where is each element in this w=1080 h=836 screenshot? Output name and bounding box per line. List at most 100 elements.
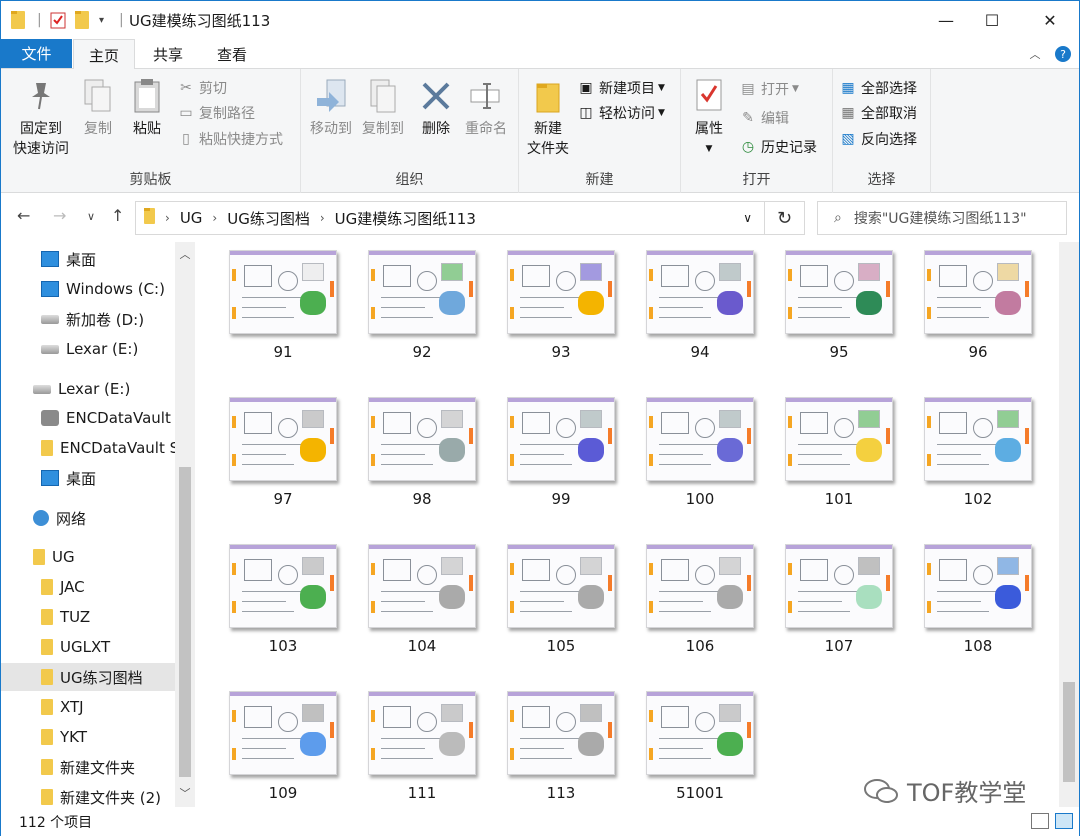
maximize-button[interactable]: ☐ <box>969 1 1015 39</box>
address-dropdown-icon[interactable]: ∨ <box>743 211 752 225</box>
history-button[interactable]: ◷ 历史记录 <box>739 136 817 158</box>
tab-view[interactable]: 查看 <box>201 39 263 69</box>
move-to-button[interactable]: 移动到 <box>305 77 357 139</box>
nav-item[interactable]: Lexar (E:) <box>1 375 175 403</box>
delete-button[interactable]: 删除 <box>415 77 457 139</box>
file-tile[interactable]: 95 <box>775 242 895 382</box>
paste-button[interactable]: 粘贴 <box>127 77 167 139</box>
file-thumbnail <box>785 397 893 481</box>
properties-button[interactable]: 属性 ▼ <box>687 77 731 159</box>
file-tile[interactable]: 104 <box>358 536 478 676</box>
nav-item[interactable]: TUZ <box>1 603 175 631</box>
file-tile[interactable]: 103 <box>219 536 339 676</box>
open-button[interactable]: ▤ 打开 ▼ <box>739 78 799 100</box>
copy-to-button[interactable]: 复制到 <box>357 77 409 139</box>
properties-quick-icon[interactable] <box>49 10 67 30</box>
nav-item[interactable]: UG练习图档 <box>1 663 175 691</box>
tab-share[interactable]: 共享 <box>137 39 199 69</box>
customize-dropdown-icon[interactable]: ▾ <box>99 10 104 30</box>
scroll-up-icon[interactable]: ︿ <box>175 246 195 266</box>
copy-button[interactable]: 复制 <box>79 77 117 139</box>
file-tile[interactable]: 102 <box>914 389 1034 529</box>
nav-scrollbar[interactable]: ︿ ﹀ <box>175 242 195 807</box>
file-name: 107 <box>824 637 854 655</box>
nav-item[interactable]: ENCDataVault <box>1 404 175 432</box>
nav-item[interactable]: UG <box>1 543 175 571</box>
file-tile[interactable]: 96 <box>914 242 1034 382</box>
ribbon-tabs: 文件 主页 共享 查看 ︿ ? <box>1 39 1079 70</box>
file-name: 103 <box>268 637 298 655</box>
nav-item[interactable]: Windows (C:) <box>1 275 175 303</box>
nav-scroll-thumb[interactable] <box>179 467 191 777</box>
search-box[interactable]: ⌕ 搜索"UG建模练习图纸113" <box>817 201 1067 235</box>
pin-quick-access-button[interactable]: 固定到 快速访问 <box>9 77 73 159</box>
file-tile[interactable]: 109 <box>219 683 339 807</box>
file-tile[interactable]: 92 <box>358 242 478 382</box>
nav-item[interactable]: 桌面 <box>1 245 175 273</box>
nav-item[interactable]: YKT <box>1 723 175 751</box>
content-scrollbar[interactable] <box>1059 242 1079 807</box>
nav-item[interactable]: UGLXT <box>1 633 175 661</box>
content-scroll-thumb[interactable] <box>1063 682 1075 782</box>
large-icons-view-icon[interactable] <box>1055 813 1073 829</box>
file-tile[interactable]: 93 <box>497 242 617 382</box>
select-all-button[interactable]: ▦ 全部选择 <box>839 77 917 99</box>
address-bar[interactable]: › UG › UG练习图档 › UG建模练习图纸113 ∨ <box>135 201 765 235</box>
new-folder-quick-icon[interactable] <box>75 10 89 30</box>
rename-button[interactable]: 重命名 <box>461 77 511 139</box>
select-none-button[interactable]: ▦ 全部取消 <box>839 102 917 124</box>
copy-path-button[interactable]: ▭ 复制路径 <box>177 102 255 124</box>
file-tile[interactable]: 97 <box>219 389 339 529</box>
forward-arrow-icon[interactable]: → <box>53 206 66 225</box>
refresh-button[interactable]: ↻ <box>765 201 805 235</box>
details-view-icon[interactable] <box>1031 813 1049 829</box>
file-tile[interactable]: 101 <box>775 389 895 529</box>
recent-locations-icon[interactable]: ∨ <box>87 210 95 223</box>
file-name: 102 <box>963 490 993 508</box>
collapse-ribbon-icon[interactable]: ︿ <box>1023 39 1047 69</box>
folder-icon <box>41 609 53 625</box>
file-tile[interactable]: 111 <box>358 683 478 807</box>
file-tile[interactable]: 107 <box>775 536 895 676</box>
minimize-button[interactable]: — <box>923 1 969 39</box>
file-tile[interactable]: 108 <box>914 536 1034 676</box>
back-arrow-icon[interactable]: ← <box>17 206 30 225</box>
tab-file[interactable]: 文件 <box>1 39 72 68</box>
easy-access-button[interactable]: ◫ 轻松访问 ▼ <box>577 102 665 124</box>
file-tile[interactable]: 105 <box>497 536 617 676</box>
nav-item[interactable]: 新建文件夹 <box>1 753 175 781</box>
breadcrumb-ug[interactable]: UG <box>180 209 203 227</box>
nav-item[interactable]: 新加卷 (D:) <box>1 305 175 333</box>
tab-home[interactable]: 主页 <box>73 39 135 70</box>
file-tile[interactable]: 91 <box>219 242 339 382</box>
paste-shortcut-button[interactable]: ▯ 粘贴快捷方式 <box>177 128 283 150</box>
invert-selection-button[interactable]: ▧ 反向选择 <box>839 128 917 150</box>
file-tile[interactable]: 113 <box>497 683 617 807</box>
close-button[interactable]: ✕ <box>1027 1 1073 39</box>
file-tile[interactable]: 51001 <box>636 683 756 807</box>
file-tile[interactable]: 94 <box>636 242 756 382</box>
file-tile[interactable]: 106 <box>636 536 756 676</box>
invert-selection-icon: ▧ <box>841 131 855 147</box>
new-item-button[interactable]: ▣ 新建项目 ▼ <box>577 77 665 99</box>
nav-item[interactable]: 新建文件夹 (2) <box>1 783 175 807</box>
help-icon[interactable]: ? <box>1051 39 1075 69</box>
file-tile[interactable]: 99 <box>497 389 617 529</box>
file-tile[interactable]: 100 <box>636 389 756 529</box>
cut-button[interactable]: ✂ 剪切 <box>177 77 227 99</box>
scroll-down-icon[interactable]: ﹀ <box>175 785 195 805</box>
nav-item[interactable]: XTJ <box>1 693 175 721</box>
windows-drive-icon <box>41 281 59 297</box>
new-folder-button[interactable]: 新建 文件夹 <box>523 77 573 159</box>
nav-item[interactable]: ENCDataVault S <box>1 434 175 462</box>
edit-button[interactable]: ✎ 编辑 <box>739 107 789 129</box>
nav-item[interactable]: Lexar (E:) <box>1 335 175 363</box>
file-thumbnail <box>229 544 337 628</box>
breadcrumb-ug-practice[interactable]: UG练习图档 <box>227 208 310 229</box>
up-arrow-icon[interactable]: ↑ <box>111 206 124 225</box>
nav-item[interactable]: 桌面 <box>1 464 175 492</box>
file-tile[interactable]: 98 <box>358 389 478 529</box>
nav-item[interactable]: 网络 <box>1 504 175 532</box>
breadcrumb-current[interactable]: UG建模练习图纸113 <box>335 208 476 229</box>
nav-item[interactable]: JAC <box>1 573 175 601</box>
